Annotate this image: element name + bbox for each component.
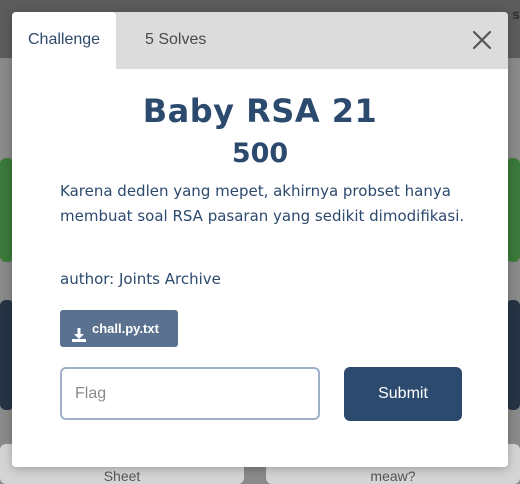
file-download-button[interactable]: chall.py.txt (60, 310, 178, 347)
background-card-solved-right (506, 158, 520, 262)
background-card-label: meaw? (370, 468, 416, 484)
background-card-label: Sheet (103, 468, 141, 484)
challenge-title: Baby RSA 21 (142, 92, 378, 130)
challenge-modal: Challenge 5 Solves Baby RSA 21 500 Karen… (12, 12, 508, 467)
challenge-points: 500 (231, 138, 289, 169)
modal-tab-bar: Challenge 5 Solves (12, 12, 508, 69)
challenge-description: Karena dedlen yang mepet, akhirnya probs… (60, 182, 465, 225)
background-card-right (506, 300, 520, 410)
flag-input[interactable] (60, 367, 320, 420)
file-name: chall.py.txt (92, 321, 159, 336)
close-icon[interactable] (472, 30, 492, 50)
tab-challenge[interactable]: Challenge (12, 12, 117, 69)
tab-solves[interactable]: 5 Solves (129, 12, 222, 69)
background-navbar-text: s (512, 8, 520, 23)
download-icon (71, 320, 87, 342)
challenge-author: author: Joints Archive (60, 270, 221, 288)
submit-button[interactable]: Submit (344, 367, 462, 421)
